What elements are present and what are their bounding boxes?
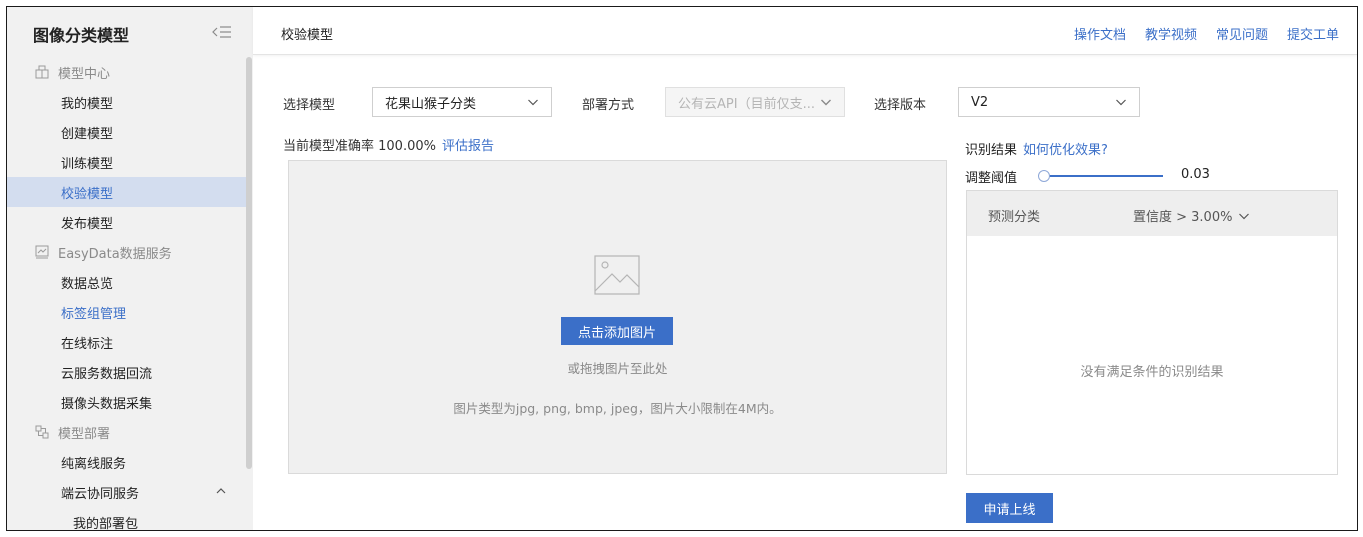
slider-thumb[interactable] xyxy=(1038,170,1050,182)
sidebar-item-label: 我的模型 xyxy=(61,96,114,112)
sidebar-group-model-center: 模型中心 xyxy=(7,57,247,87)
sidebar-item-label: 数据总览 xyxy=(61,276,114,292)
app-window: 图像分类模型 模型中心 我的模型 创建模型 训练模型 校验模型 发布模型 Eas… xyxy=(6,6,1358,531)
model-select-label: 选择模型 xyxy=(283,98,336,113)
sidebar-item-edge-cloud-service[interactable]: 端云协同服务 xyxy=(7,477,247,507)
sidebar-title: 图像分类模型 xyxy=(33,26,130,45)
sidebar-header: 图像分类模型 xyxy=(7,7,253,55)
sidebar-item-label: 校验模型 xyxy=(61,186,114,202)
sidebar-nav: 模型中心 我的模型 创建模型 训练模型 校验模型 发布模型 EasyData数据… xyxy=(7,57,247,531)
sidebar-item-offline-service[interactable]: 纯离线服务 xyxy=(7,447,247,477)
sidebar-group-easydata: EasyData数据服务 xyxy=(7,237,247,267)
sidebar-item-my-deploy-packages[interactable]: 我的部署包 xyxy=(7,507,247,531)
confidence-filter-label: 置信度 > 3.00% xyxy=(1133,210,1233,225)
drag-hint: 或拖拽图片至此处 xyxy=(567,361,668,376)
sidebar-item-verify-model[interactable]: 校验模型 xyxy=(7,177,247,207)
version-select-label: 选择版本 xyxy=(874,98,927,113)
threshold-value: 0.03 xyxy=(1181,167,1210,182)
version-select-value: V2 xyxy=(971,94,989,110)
sidebar-item-cloud-data-backflow[interactable]: 云服务数据回流 xyxy=(7,357,247,387)
sidebar-item-label-groups[interactable]: 标签组管理 xyxy=(7,297,247,327)
sidebar-item-label: 在线标注 xyxy=(61,336,114,352)
sidebar-scrollbar[interactable] xyxy=(246,57,252,469)
threshold-slider[interactable] xyxy=(1038,169,1163,183)
docs-link[interactable]: 操作文档 xyxy=(1074,24,1126,43)
category-column-header: 预测分类 xyxy=(988,210,1041,225)
top-bar: 校验模型 操作文档 教学视频 常见问题 提交工单 xyxy=(253,7,1357,55)
model-center-icon xyxy=(35,65,49,79)
sidebar-item-label: 摄像头数据采集 xyxy=(61,396,153,412)
chevron-up-icon[interactable] xyxy=(215,485,227,497)
file-type-hint: 图片类型为jpg, png, bmp, jpeg，图片大小限制在4M内。 xyxy=(453,401,782,416)
collapse-sidebar-icon[interactable] xyxy=(212,24,232,40)
chevron-down-icon xyxy=(1239,213,1250,219)
sidebar-item-label: 纯离线服务 xyxy=(61,456,127,472)
image-placeholder-icon xyxy=(594,255,640,295)
sidebar-item-label: 训练模型 xyxy=(61,156,114,172)
chevron-down-icon xyxy=(820,96,832,108)
slider-track xyxy=(1044,175,1163,177)
deploy-icon xyxy=(35,425,49,439)
sidebar-item-data-overview[interactable]: 数据总览 xyxy=(7,267,247,297)
result-heading: 识别结果 如何优化效果? xyxy=(965,139,1108,158)
sidebar-item-create-model[interactable]: 创建模型 xyxy=(7,117,247,147)
deploy-method-value: 公有云API（目前仅支... xyxy=(678,96,815,112)
sidebar-item-label: 标签组管理 xyxy=(61,306,127,322)
sidebar-item-label: 云服务数据回流 xyxy=(61,366,153,382)
faq-link[interactable]: 常见问题 xyxy=(1216,24,1268,43)
sidebar-item-label: 端云协同服务 xyxy=(61,486,140,502)
sidebar-item-label: 创建模型 xyxy=(61,126,114,142)
submit-ticket-link[interactable]: 提交工单 xyxy=(1287,24,1339,43)
sidebar-item-label: 我的部署包 xyxy=(73,516,139,531)
sidebar-group-label: 模型部署 xyxy=(58,426,111,442)
threshold-label: 调整阈值 xyxy=(965,171,1018,186)
sidebar: 图像分类模型 模型中心 我的模型 创建模型 训练模型 校验模型 发布模型 Eas… xyxy=(7,7,253,530)
empty-result-message: 没有满足条件的识别结果 xyxy=(1080,365,1224,380)
apply-online-button[interactable]: 申请上线 xyxy=(966,493,1053,523)
confidence-filter-dropdown[interactable]: 置信度 > 3.00% xyxy=(1133,206,1250,225)
sidebar-item-publish-model[interactable]: 发布模型 xyxy=(7,207,247,237)
sidebar-item-train-model[interactable]: 训练模型 xyxy=(7,147,247,177)
model-select[interactable]: 花果山猴子分类 xyxy=(372,87,552,117)
accuracy-text: 当前模型准确率 100.00% xyxy=(283,139,436,154)
chevron-down-icon xyxy=(1115,96,1127,108)
result-label: 识别结果 xyxy=(965,143,1018,158)
sidebar-item-online-labeling[interactable]: 在线标注 xyxy=(7,327,247,357)
page-title: 校验模型 xyxy=(281,28,334,43)
sidebar-item-camera-collection[interactable]: 摄像头数据采集 xyxy=(7,387,247,417)
deploy-method-select: 公有云API（目前仅支... xyxy=(665,87,845,117)
model-select-value: 花果山猴子分类 xyxy=(385,96,477,112)
header-links: 操作文档 教学视频 常见问题 提交工单 xyxy=(1074,24,1339,43)
chart-line-icon xyxy=(35,245,49,259)
add-image-button[interactable]: 点击添加图片 xyxy=(561,317,673,345)
sidebar-group-deploy: 模型部署 xyxy=(7,417,247,447)
sidebar-group-label: EasyData数据服务 xyxy=(58,246,172,262)
evaluation-report-link[interactable]: 评估报告 xyxy=(442,139,494,154)
model-accuracy: 当前模型准确率 100.00% 评估报告 xyxy=(283,135,494,154)
deploy-method-label: 部署方式 xyxy=(582,98,635,113)
version-select[interactable]: V2 xyxy=(958,87,1140,117)
sidebar-item-label: 发布模型 xyxy=(61,216,114,232)
image-upload-area[interactable]: 点击添加图片 或拖拽图片至此处 图片类型为jpg, png, bmp, jpeg… xyxy=(288,160,947,474)
tutorial-videos-link[interactable]: 教学视频 xyxy=(1145,24,1197,43)
sidebar-group-label: 模型中心 xyxy=(58,66,111,82)
main-content: 选择模型 花果山猴子分类 部署方式 公有云API（目前仅支... 选择版本 V2… xyxy=(253,55,1357,530)
sidebar-item-my-models[interactable]: 我的模型 xyxy=(7,87,247,117)
optimize-tips-link[interactable]: 如何优化效果? xyxy=(1023,143,1108,158)
chevron-down-icon xyxy=(527,96,539,108)
result-table-header: 预测分类 置信度 > 3.00% xyxy=(967,191,1337,236)
result-table: 预测分类 置信度 > 3.00% 没有满足条件的识别结果 xyxy=(966,190,1338,475)
